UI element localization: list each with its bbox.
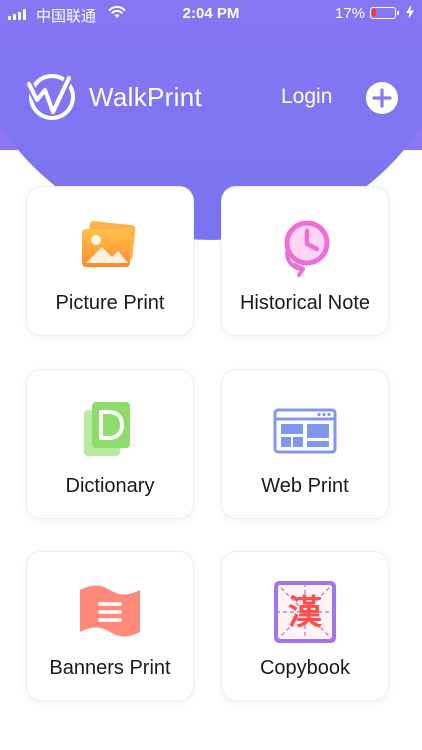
app-screen: 中国联通 2:04 PM 17% WalkPrint Login Picture… — [0, 0, 422, 750]
historical-note-card[interactable]: Historical Note — [222, 187, 388, 335]
picture-print-card[interactable]: Picture Print — [27, 187, 193, 335]
battery-icon — [370, 7, 399, 19]
battery-level-fill — [372, 9, 376, 16]
historical-note-label: Historical Note — [239, 292, 371, 314]
dictionary-card[interactable]: Dictionary — [27, 370, 193, 518]
app-title: WalkPrint — [89, 82, 202, 112]
login-button[interactable]: Login — [281, 85, 332, 109]
banners-print-label: Banners Print — [49, 657, 171, 679]
copybook-icon: 漢 — [273, 580, 337, 644]
add-button[interactable] — [366, 82, 398, 114]
copybook-card[interactable]: 漢 Copybook — [222, 552, 388, 700]
dictionary-label: Dictionary — [65, 475, 155, 497]
picture-print-label: Picture Print — [55, 292, 165, 314]
plus-icon — [372, 88, 392, 108]
copybook-glyph: 漢 — [288, 593, 323, 633]
charging-bolt-icon — [406, 5, 414, 23]
walkprint-logo-icon — [25, 72, 77, 129]
banners-print-card[interactable]: Banners Print — [27, 552, 193, 700]
history-clock-icon — [273, 215, 337, 279]
picture-icon — [78, 215, 142, 279]
web-print-card[interactable]: Web Print — [222, 370, 388, 518]
banner-icon — [78, 580, 142, 644]
web-page-icon — [273, 398, 337, 462]
copybook-label: Copybook — [259, 657, 351, 679]
status-bar: 中国联通 2:04 PM 17% — [0, 0, 422, 28]
battery-percentage: 17% — [335, 5, 366, 22]
dictionary-icon — [78, 398, 142, 462]
web-print-label: Web Print — [261, 475, 349, 497]
